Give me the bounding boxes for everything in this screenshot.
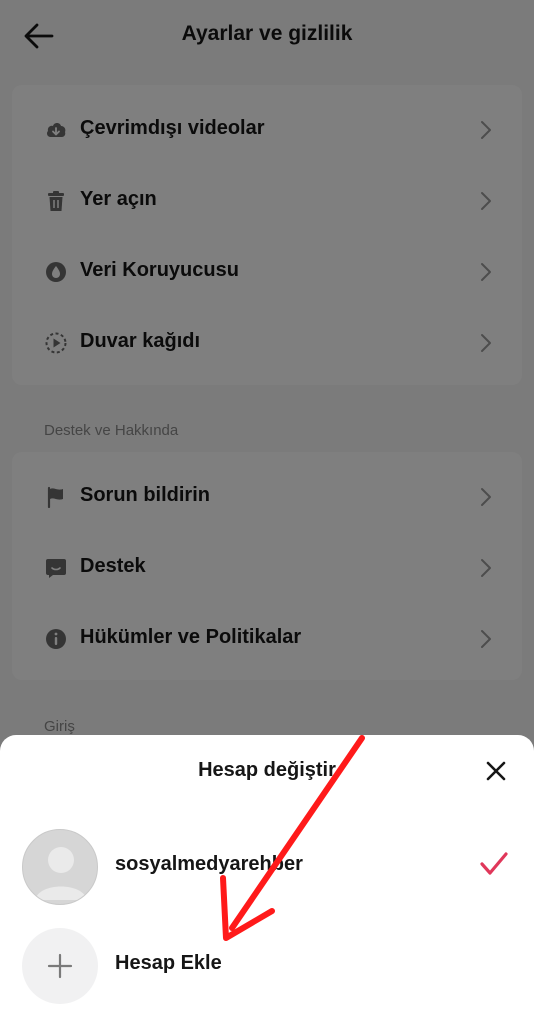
plus-icon [47,953,73,979]
checkmark-icon [480,852,508,875]
account-row[interactable]: sosyalmedyarehber [0,821,534,911]
close-icon[interactable] [484,759,508,783]
avatar [22,829,98,905]
add-account-label: Hesap Ekle [115,952,222,974]
switch-account-sheet: Hesap değiştir sosyalmedyarehber Hesap E… [0,735,534,1024]
account-username: sosyalmedyarehber [115,853,303,875]
add-account-row[interactable]: Hesap Ekle [0,920,534,1010]
default-avatar-icon [35,847,87,900]
add-account-circle [22,928,98,1004]
sheet-title: Hesap değiştir [198,759,336,781]
